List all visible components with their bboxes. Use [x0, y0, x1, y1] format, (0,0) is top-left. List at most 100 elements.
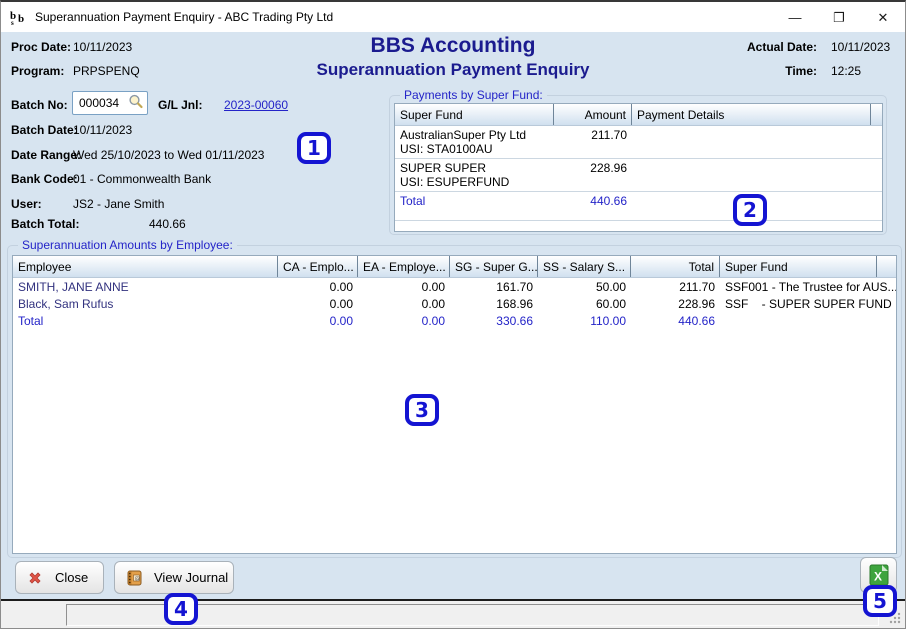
employees-total-ss: 110.00: [538, 312, 631, 329]
batch-total-value: 440.66: [149, 217, 186, 231]
payments-table: Super Fund Amount Payment Details Austra…: [394, 103, 883, 232]
employees-table: Employee CA - Emplo... EA - Employe... S…: [12, 255, 897, 554]
bank-code-value: 01 - Commonwealth Bank: [73, 172, 211, 186]
journal-book-icon: @: [125, 569, 143, 587]
employee-ca: 0.00: [278, 295, 358, 312]
date-range-label: Date Range:: [11, 148, 81, 162]
payments-empty-row: [395, 209, 882, 221]
annotation-badge-5: 5: [863, 585, 897, 617]
page-title: Superannuation Payment Enquiry: [1, 60, 905, 80]
actual-date-value: 10/11/2023: [831, 40, 890, 54]
user-value: JS2 - Jane Smith: [73, 197, 164, 211]
annotation-badge-1: 1: [297, 132, 331, 164]
employees-total-row: Total 0.00 0.00 330.66 110.00 440.66: [13, 312, 896, 329]
view-journal-button[interactable]: @ View Journal: [114, 561, 234, 594]
window-title: Superannuation Payment Enquiry - ABC Tra…: [35, 10, 333, 24]
employees-total-total: 440.66: [631, 312, 720, 329]
fund-name: AustralianSuper Pty Ltd: [400, 128, 549, 142]
column-header-ca[interactable]: CA - Emplo...: [278, 256, 358, 277]
payments-total-row: Total 440.66: [395, 192, 882, 209]
payment-detail-bsb: BSB: 085292 Account No: 005531490: [637, 156, 866, 158]
column-header-super-fund[interactable]: Super Fund: [720, 256, 877, 277]
app-logo-icon: b b s: [10, 9, 28, 26]
employee-ss: 60.00: [538, 295, 631, 312]
employee-ca: 0.00: [278, 278, 358, 295]
employees-total-label: Total: [13, 312, 278, 329]
close-window-button[interactable]: ✕: [861, 2, 905, 32]
employee-total: 228.96: [631, 295, 720, 312]
payments-total-label: Total: [395, 192, 554, 209]
time-label: Time:: [785, 64, 817, 78]
maximize-icon: ❐: [833, 11, 845, 24]
minimize-button[interactable]: —: [773, 2, 817, 32]
close-button-label: Close: [55, 570, 88, 585]
red-cross-icon: [27, 570, 43, 586]
batch-total-label: Batch Total:: [11, 217, 79, 231]
batch-no-input[interactable]: [73, 92, 131, 114]
payments-total-amount: 440.66: [554, 192, 632, 209]
employee-row[interactable]: Black, Sam Rufus 0.00 0.00 168.96 60.00 …: [13, 295, 896, 312]
gl-jnl-label: G/L Jnl:: [158, 98, 202, 112]
fund-usi: USI: ESUPERFUND: [400, 175, 549, 189]
batch-no-field: [72, 91, 148, 115]
gl-jnl-link[interactable]: 2023-00060: [224, 98, 288, 112]
column-header-ea[interactable]: EA - Employe...: [358, 256, 450, 277]
fund-amount: 228.96: [554, 159, 632, 191]
employee-super-fund: SSF - SUPER SUPER FUND: [720, 295, 896, 312]
window-controls: — ❐ ✕: [773, 2, 905, 32]
employee-name: SMITH, JANE ANNE: [13, 278, 278, 295]
view-journal-button-label: View Journal: [154, 570, 228, 585]
magnifier-icon: [128, 94, 144, 110]
employees-panel-title: Superannuation Amounts by Employee:: [18, 238, 237, 252]
employee-row[interactable]: SMITH, JANE ANNE 0.00 0.00 161.70 50.00 …: [13, 278, 896, 295]
column-header-employee[interactable]: Employee: [13, 256, 278, 277]
annotation-badge-4: 4: [164, 593, 198, 625]
svg-text:s: s: [11, 19, 14, 26]
fund-amount: 211.70: [554, 126, 632, 158]
employee-sg: 161.70: [450, 278, 538, 295]
payments-row[interactable]: SUPER SUPER USI: ESUPERFUND 228.96 BSB: …: [395, 159, 882, 192]
employees-total-ca: 0.00: [278, 312, 358, 329]
payments-panel: Payments by Super Fund: Super Fund Amoun…: [389, 95, 887, 235]
title-bar[interactable]: b b s Superannuation Payment Enquiry - A…: [1, 2, 905, 32]
column-header-sg[interactable]: SG - Super G...: [450, 256, 538, 277]
batch-date-value: 10/11/2023: [73, 123, 132, 137]
employees-total-ea: 0.00: [358, 312, 450, 329]
column-header-ss[interactable]: SS - Salary S...: [538, 256, 631, 277]
date-range-value: Wed 25/10/2023 to Wed 01/11/2023: [73, 148, 264, 162]
svg-text:@: @: [135, 575, 141, 581]
fund-name: SUPER SUPER: [400, 161, 549, 175]
excel-icon: X: [868, 564, 890, 586]
column-header-super-fund[interactable]: Super Fund: [395, 104, 554, 125]
app-window: b b s Superannuation Payment Enquiry - A…: [0, 0, 906, 629]
payments-row[interactable]: AustralianSuper Pty Ltd USI: STA0100AU 2…: [395, 126, 882, 159]
payment-detail-bsb: BSB: 633000 Account No: 112345678: [637, 189, 866, 191]
actual-date-label: Actual Date:: [747, 40, 817, 54]
employee-ea: 0.00: [358, 278, 450, 295]
column-header-spacer: [871, 104, 882, 125]
time-value: 12:25: [831, 64, 861, 78]
column-header-amount[interactable]: Amount: [554, 104, 632, 125]
column-header-spacer: [877, 256, 896, 277]
user-label: User:: [11, 197, 42, 211]
employee-ea: 0.00: [358, 295, 450, 312]
svg-text:b: b: [18, 13, 24, 25]
fund-usi: USI: STA0100AU: [400, 142, 549, 156]
employees-total-sg: 330.66: [450, 312, 538, 329]
payments-table-header: Super Fund Amount Payment Details: [395, 104, 882, 126]
status-bar: [1, 599, 905, 628]
column-header-total[interactable]: Total: [631, 256, 720, 277]
employee-ss: 50.00: [538, 278, 631, 295]
batch-date-label: Batch Date:: [11, 123, 78, 137]
payments-panel-title: Payments by Super Fund:: [400, 88, 547, 102]
employees-table-header: Employee CA - Emplo... EA - Employe... S…: [13, 256, 896, 278]
dialog-body: Proc Date: 10/11/2023 Program: PRPSPENQ …: [1, 32, 905, 599]
maximize-button[interactable]: ❐: [817, 2, 861, 32]
bank-code-label: Bank Code:: [11, 172, 78, 186]
close-icon: ✕: [878, 11, 889, 24]
column-header-payment-details[interactable]: Payment Details: [632, 104, 871, 125]
close-button[interactable]: Close: [15, 561, 104, 594]
annotation-badge-2: 2: [733, 194, 767, 226]
batch-search-button[interactable]: [127, 94, 145, 112]
employee-total: 211.70: [631, 278, 720, 295]
